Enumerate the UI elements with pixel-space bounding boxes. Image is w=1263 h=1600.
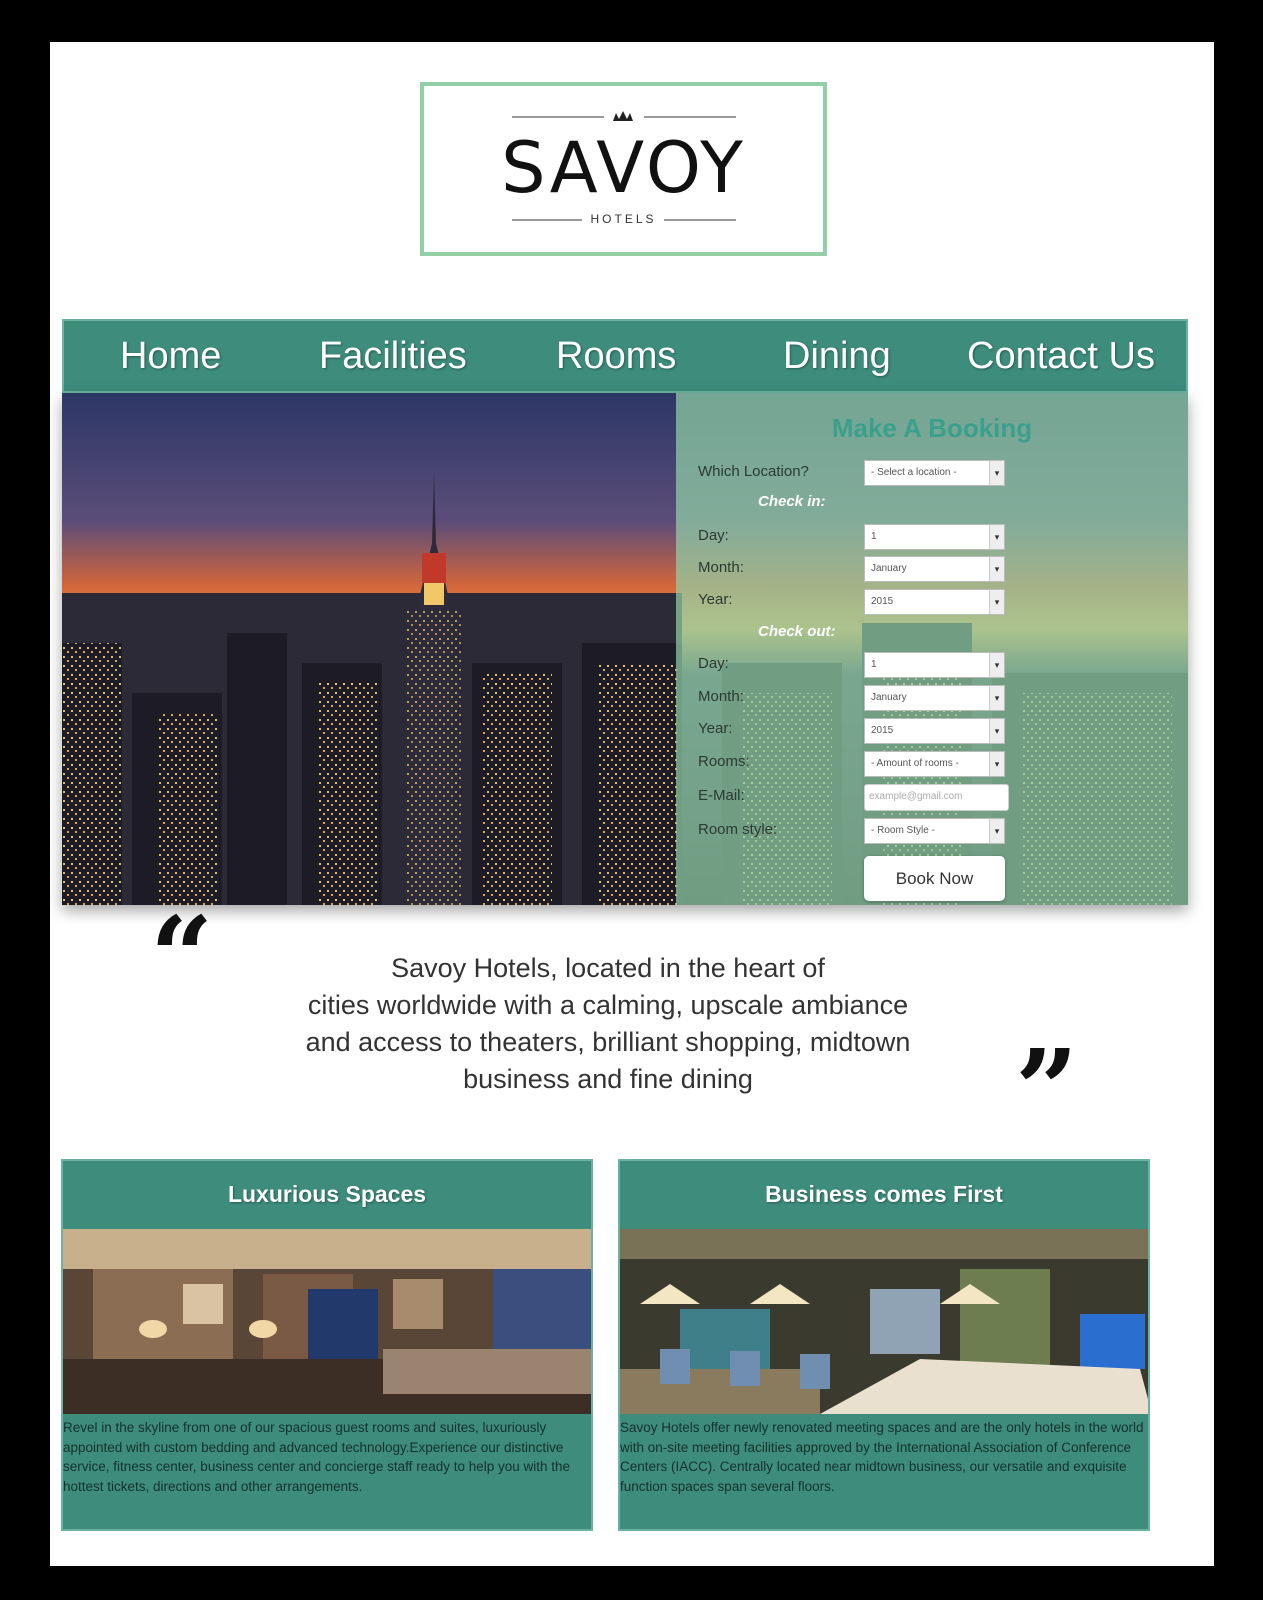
logo-subtitle: HOTELS (590, 212, 657, 226)
room-style-select[interactable]: - Room Style - ▾ (864, 818, 1005, 844)
chevron-down-icon: ▾ (989, 752, 1004, 776)
hero-banner: Make A Booking Which Location? - Select … (62, 393, 1188, 905)
quote-close-mark: ” (1015, 1025, 1079, 1154)
quote-line-3: and access to theaters, brilliant shoppi… (305, 1027, 911, 1057)
location-select-value: - Select a location - (871, 467, 957, 478)
nav-rooms[interactable]: Rooms (556, 335, 676, 378)
page: SAVOY HOTELS Home Facilities Rooms Dinin… (50, 42, 1214, 1566)
email-field[interactable]: example@gmail.com (864, 784, 1009, 811)
checkout-month-select[interactable]: January ▾ (864, 685, 1005, 711)
nav-dining[interactable]: Dining (783, 335, 891, 378)
checkin-day-select[interactable]: 1 ▾ (864, 524, 1005, 550)
hotel-quote: Savoy Hotels, located in the heart of ci… (200, 950, 1016, 1098)
checkout-year-value: 2015 (871, 725, 894, 736)
room-style-value: - Room Style - (871, 825, 935, 836)
checkin-month-value: January (871, 563, 907, 574)
card-business-comes-first: Business comes First Savoy Hotels offer … (618, 1159, 1150, 1531)
main-nav: Home Facilities Rooms Dining Contact Us (62, 319, 1188, 393)
crown-ornament-icon (613, 111, 633, 121)
quote-line-2: cities worldwide with a calming, upscale… (307, 990, 909, 1020)
logo-rule-top-left (512, 116, 604, 118)
rooms-select-value: - Amount of rooms - (871, 758, 959, 769)
checkout-day-value: 1 (871, 659, 877, 670)
email-label: E-Mail: (698, 787, 745, 804)
chevron-down-icon: ▾ (989, 525, 1004, 549)
checkin-year-value: 2015 (871, 596, 894, 607)
checkin-day-label: Day: (698, 527, 729, 544)
quote-line-4: business and fine dining (463, 1064, 753, 1094)
chevron-down-icon: ▾ (989, 590, 1004, 614)
card-description: Revel in the skyline from one of our spa… (63, 1420, 571, 1494)
quote-line-1: Savoy Hotels, located in the heart of (391, 953, 825, 983)
chevron-down-icon: ▾ (989, 557, 1004, 581)
card-description: Savoy Hotels offer newly renovated meeti… (620, 1420, 1144, 1494)
checkout-heading: Check out: (758, 623, 836, 640)
checkout-month-value: January (871, 692, 907, 703)
location-select[interactable]: - Select a location - ▾ (864, 460, 1005, 486)
checkin-heading: Check in: (758, 493, 826, 510)
location-label: Which Location? (698, 463, 809, 480)
nav-home[interactable]: Home (120, 335, 221, 378)
checkout-month-label: Month: (698, 688, 744, 705)
card-title: Luxurious Spaces (227, 1181, 427, 1207)
checkout-year-label: Year: (698, 720, 733, 737)
checkin-year-select[interactable]: 2015 ▾ (864, 589, 1005, 615)
chevron-down-icon: ▾ (989, 461, 1004, 485)
book-now-button[interactable]: Book Now (864, 856, 1005, 901)
checkin-day-value: 1 (871, 531, 877, 542)
rooms-label: Rooms: (698, 753, 750, 770)
chevron-down-icon: ▾ (989, 719, 1004, 743)
chevron-down-icon: ▾ (989, 653, 1004, 677)
nav-facilities[interactable]: Facilities (319, 335, 467, 378)
nav-contact-us[interactable]: Contact Us (967, 335, 1155, 378)
checkout-year-select[interactable]: 2015 ▾ (864, 718, 1005, 744)
chevron-down-icon: ▾ (989, 686, 1004, 710)
logo-wordmark: SAVOY (501, 127, 746, 209)
card-luxurious-spaces: Luxurious Spaces Revel in the skyline fr… (61, 1159, 593, 1531)
checkin-month-select[interactable]: January ▾ (864, 556, 1005, 582)
booking-form: Make A Booking Which Location? - Select … (676, 393, 1188, 905)
checkout-day-label: Day: (698, 655, 729, 672)
savoy-logo[interactable]: SAVOY HOTELS (420, 82, 827, 256)
meeting-room-photo (620, 1229, 1148, 1414)
checkin-month-label: Month: (698, 559, 744, 576)
rooms-select[interactable]: - Amount of rooms - ▾ (864, 751, 1005, 777)
logo-rule-top-right (644, 116, 736, 118)
checkin-year-label: Year: (698, 591, 733, 608)
checkout-day-select[interactable]: 1 ▾ (864, 652, 1005, 678)
booking-title: Make A Booking (831, 413, 1033, 443)
chevron-down-icon: ▾ (989, 819, 1004, 843)
room-style-label: Room style: (698, 821, 778, 838)
suite-room-photo (63, 1229, 591, 1414)
card-title: Business comes First (765, 1181, 1003, 1207)
